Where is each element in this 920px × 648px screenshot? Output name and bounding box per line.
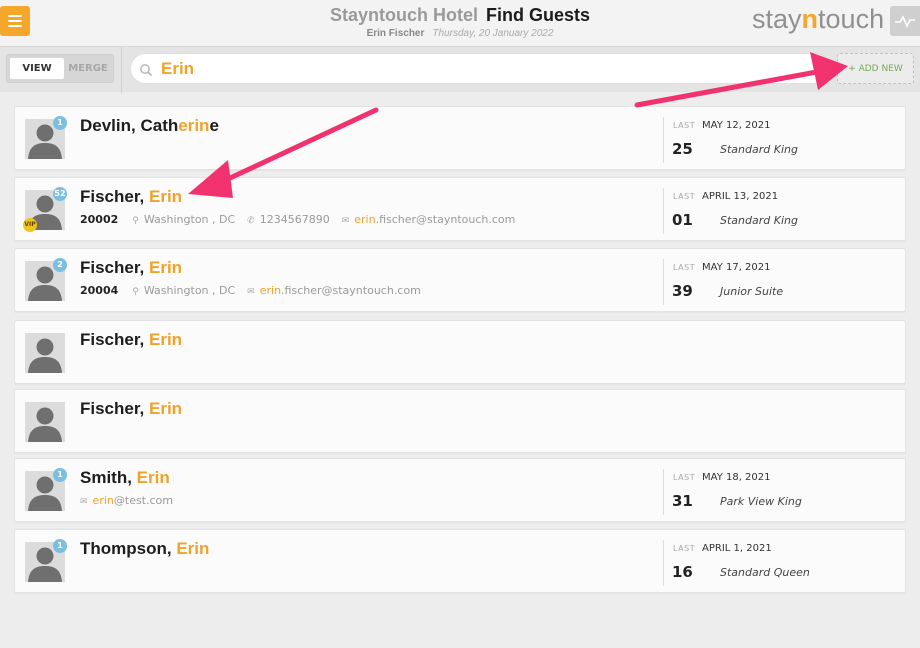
location-icon: ⚲ — [132, 287, 139, 297]
stay-count-badge: 1 — [53, 468, 67, 482]
guest-name: Devlin, Catherine — [80, 116, 219, 135]
last-stay: LAST MAY 17, 2021 39 Junior Suite — [663, 259, 883, 305]
toolbar: VIEW MERGE + ADD NEW — [0, 46, 920, 93]
business-date: Thursday, 20 January 2022 — [432, 28, 554, 39]
search-icon — [140, 64, 153, 77]
guest-row[interactable]: 1 Smith, Erin ✉ erin@test.com LAST MAY 18, 20… — [14, 458, 906, 522]
last-stay: LAST APRIL 1, 2021 16 Standard Queen — [663, 540, 883, 586]
user-name: Erin Fischer — [366, 28, 425, 39]
guest-row[interactable]: 2 Fischer, Erin 20004 ⚲ Washington , DC ✉ erin… — [14, 248, 906, 312]
add-new-button[interactable]: + ADD NEW — [837, 53, 914, 84]
guest-name: Fischer, Erin — [80, 187, 183, 206]
guest-row[interactable]: 1 Thompson, Erin LAST APRIL 1, 2021 16 Standa… — [14, 529, 906, 593]
hamburger-icon[interactable] — [0, 6, 30, 36]
last-stay-label: LAST — [673, 473, 696, 482]
guest-id: 20002 — [80, 213, 119, 226]
email-icon: ✉ — [80, 497, 88, 507]
last-stay-day: 01 — [672, 211, 693, 229]
guest-location: Washington , DC — [143, 213, 236, 226]
last-stay-date: MAY 12, 2021 — [702, 120, 771, 131]
guest-row[interactable]: Fischer, Erin — [14, 320, 906, 384]
last-stay: LAST MAY 12, 2021 25 Standard King — [663, 117, 883, 163]
guest-name: Fischer, Erin — [80, 399, 183, 418]
view-mode-toggle: VIEW MERGE — [6, 54, 114, 83]
guest-email: erin.fischer@stayntouch.com — [259, 284, 421, 297]
guest-name: Fischer, Erin — [80, 258, 183, 277]
last-stay-room-type: Standard King — [720, 143, 798, 156]
last-stay-date: APRIL 1, 2021 — [702, 543, 772, 554]
last-stay-room-type: Junior Suite — [720, 285, 784, 298]
last-stay-day: 31 — [672, 492, 693, 510]
pulse-icon[interactable] — [890, 6, 920, 36]
last-stay-room-type: Standard Queen — [720, 566, 810, 579]
guest-email: erin.fischer@stayntouch.com — [354, 213, 516, 226]
stayntouch-logo: stayntouch — [752, 4, 885, 34]
last-stay-room-type: Park View King — [720, 495, 802, 508]
guest-name: Smith, Erin — [80, 468, 170, 487]
email-icon: ✉ — [247, 287, 255, 297]
guest-details: 20004 ⚲ Washington , DC ✉ erin.fischer@stayn… — [80, 284, 433, 297]
title-block: Stayntouch Hotel Find Guests Erin Fischer… — [300, 5, 620, 39]
last-stay-date: MAY 17, 2021 — [702, 262, 771, 273]
guest-name: Fischer, Erin — [80, 330, 183, 349]
divider — [121, 47, 122, 93]
last-stay-room-type: Standard King — [720, 214, 798, 227]
stay-count-badge: 2 — [53, 258, 67, 272]
search-input[interactable] — [161, 58, 761, 80]
phone-icon: ✆ — [247, 216, 255, 226]
guest-email: erin@test.com — [92, 494, 173, 507]
last-stay-label: LAST — [673, 544, 696, 553]
stay-count-badge: 1 — [53, 116, 67, 130]
last-stay-day: 25 — [672, 140, 693, 158]
last-stay-date: APRIL 13, 2021 — [702, 191, 779, 202]
guest-location: Washington , DC — [143, 284, 236, 297]
view-tab[interactable]: VIEW — [10, 58, 64, 79]
guest-details: ✉ erin@test.com — [80, 494, 185, 507]
guest-row[interactable]: Fischer, Erin — [14, 389, 906, 453]
guest-phone: 1234567890 — [259, 213, 330, 226]
avatar-icon — [25, 333, 65, 373]
email-icon: ✉ — [341, 216, 350, 226]
last-stay-date: MAY 18, 2021 — [702, 472, 771, 483]
avatar-icon — [25, 402, 65, 442]
last-stay-label: LAST — [673, 263, 696, 272]
guest-row[interactable]: 1 Devlin, Catherine LAST MAY 12, 2021 25 Stan… — [14, 106, 906, 170]
last-stay-day: 39 — [672, 282, 693, 300]
guest-id: 20004 — [80, 284, 119, 297]
last-stay-label: LAST — [673, 192, 696, 201]
search-bar[interactable] — [130, 53, 830, 84]
page-title: Find Guests — [486, 5, 591, 25]
guest-row[interactable]: 52 VIP Fischer, Erin 20002 ⚲ Washington , DC ✆… — [14, 177, 906, 241]
app-header: Stayntouch Hotel Find Guests Erin Fischer… — [0, 0, 920, 46]
last-stay-label: LAST — [673, 121, 696, 130]
stay-count-badge: 52 — [53, 187, 67, 201]
last-stay: LAST APRIL 13, 2021 01 Standard King — [663, 188, 883, 234]
merge-tab[interactable]: MERGE — [65, 58, 111, 79]
guest-name: Thompson, Erin — [80, 539, 210, 558]
vip-badge: VIP — [23, 218, 37, 232]
stay-count-badge: 1 — [53, 539, 67, 553]
hotel-name: Stayntouch Hotel — [329, 5, 478, 25]
last-stay-day: 16 — [672, 563, 693, 581]
location-icon: ⚲ — [132, 216, 139, 226]
last-stay: LAST MAY 18, 2021 31 Park View King — [663, 469, 883, 515]
guest-details: 20002 ⚲ Washington , DC ✆ 1234567890 ✉ erin.fi… — [80, 213, 527, 226]
